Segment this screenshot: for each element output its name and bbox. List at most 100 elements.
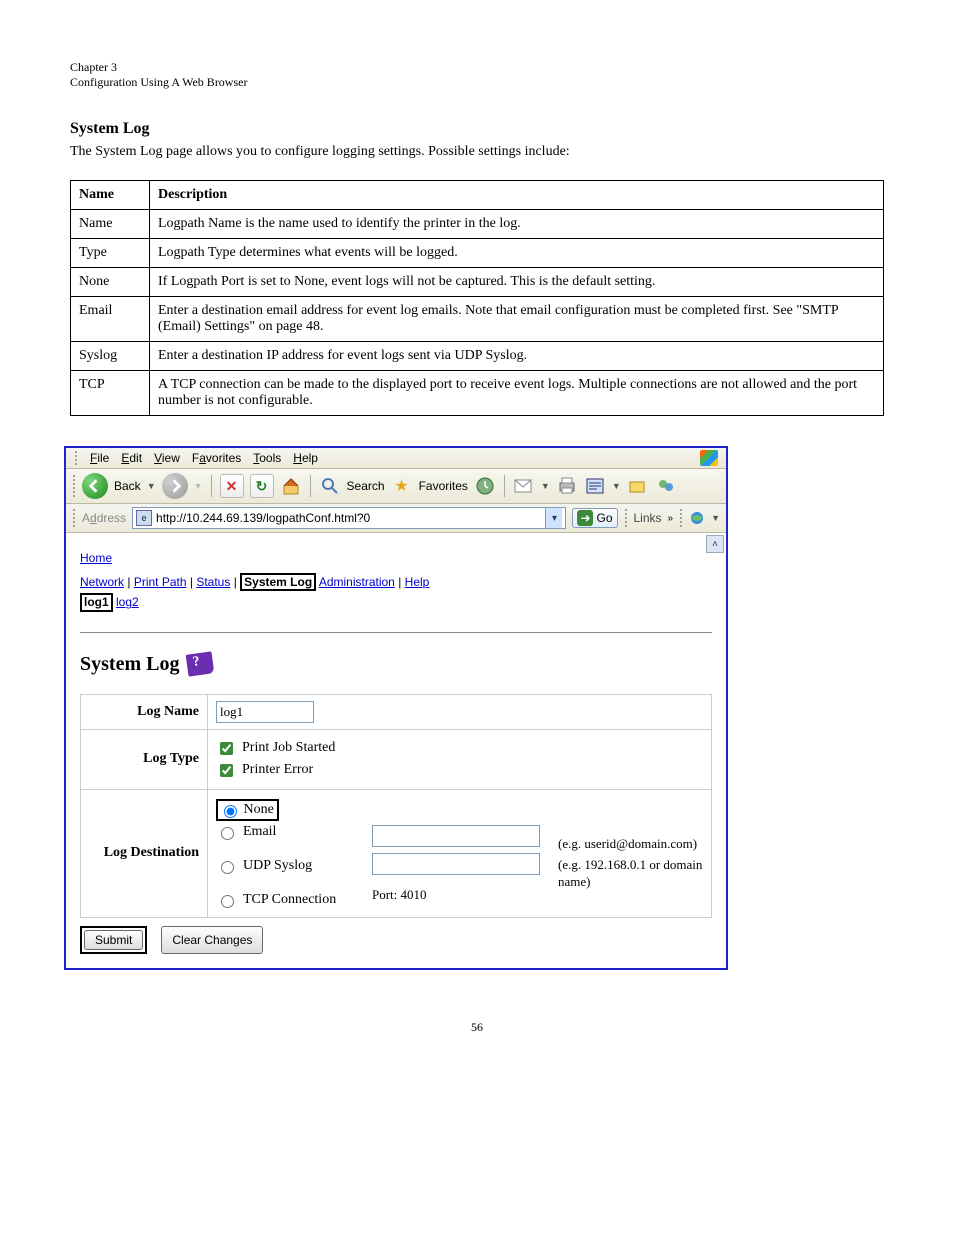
row-desc: Enter a destination email address for ev… [150, 297, 884, 342]
separator [211, 475, 212, 497]
link-network[interactable]: Network [80, 575, 124, 589]
row-name: Email [71, 297, 150, 342]
dropdown-icon[interactable]: ▼ [147, 481, 156, 491]
messenger-button[interactable] [655, 475, 677, 497]
grip-icon [624, 508, 628, 528]
radio-label: TCP Connection [243, 892, 336, 908]
link-help[interactable]: Help [405, 575, 430, 589]
menu-help[interactable]: Help [293, 451, 318, 465]
discuss-button[interactable] [627, 475, 649, 497]
row-desc: A TCP connection can be made to the disp… [150, 371, 884, 416]
link-log2[interactable]: log2 [116, 595, 139, 609]
scroll-up-icon[interactable]: ˄ [706, 535, 724, 553]
link-admin[interactable]: Administration [319, 575, 395, 589]
toolbar: Back ▼ ▼ ✕ ↻ Search ★ Favorites [66, 469, 726, 504]
radio-label: None [244, 802, 274, 817]
dropdown-icon[interactable]: ▾ [545, 508, 562, 528]
submit-button[interactable]: Submit [84, 930, 143, 950]
row-name: Syslog [71, 342, 150, 371]
windows-flag-icon [700, 450, 718, 466]
grip-icon [679, 508, 683, 528]
menubar: File Edit View Favorites Tools Help [66, 448, 726, 469]
go-button[interactable]: ➜ Go [572, 508, 617, 528]
row-desc: Logpath Name is the name used to identif… [150, 210, 884, 239]
address-bar: Address e http://10.244.69.139/logpathCo… [66, 504, 726, 533]
config-form: Log Name Log Type Print Job Started Prin… [80, 694, 712, 918]
back-button[interactable] [82, 473, 108, 499]
radio-tcp[interactable] [221, 895, 234, 908]
radio-none[interactable] [224, 805, 237, 818]
logdest-label: Log Destination [81, 789, 208, 917]
submit-highlight: Submit [80, 926, 147, 954]
grip-icon [74, 450, 78, 466]
logname-input[interactable] [216, 701, 314, 723]
link-status[interactable]: Status [196, 575, 230, 589]
history-button[interactable] [474, 475, 496, 497]
link-printpath[interactable]: Print Path [134, 575, 187, 589]
menu-edit[interactable]: Edit [121, 451, 142, 465]
dropdown-icon[interactable]: ▼ [541, 481, 550, 491]
email-hint: (e.g. userid@domain.com) [558, 836, 697, 851]
edit-button[interactable] [584, 475, 606, 497]
check-label: Printer Error [242, 762, 313, 778]
menu-view[interactable]: View [154, 451, 180, 465]
address-input[interactable]: e http://10.244.69.139/logpathConf.html?… [132, 507, 566, 529]
print-button[interactable] [556, 475, 578, 497]
chapter-label: Chapter 3 [70, 60, 884, 75]
form-heading-row: System Log [80, 653, 712, 676]
back-label: Back [114, 479, 141, 493]
page-content: ˄ Home Network | Print Path | Status | S… [66, 533, 726, 968]
refresh-button[interactable]: ↻ [250, 474, 274, 498]
page-number: 56 [70, 1020, 884, 1035]
current-tab-systemlog: System Log [240, 573, 316, 591]
breadcrumb: Network | Print Path | Status | System L… [80, 573, 712, 591]
row-name: None [71, 268, 150, 297]
check-print-job-started[interactable] [220, 742, 233, 755]
page-icon: e [136, 510, 152, 526]
menu-favorites[interactable]: Favorites [192, 451, 241, 465]
chevron-right-icon[interactable]: » [668, 513, 674, 524]
mail-button[interactable] [513, 475, 535, 497]
row-desc: If Logpath Port is set to None, event lo… [150, 268, 884, 297]
current-subtab-log1: log1 [80, 593, 113, 611]
section-intro: The System Log page allows you to config… [70, 144, 884, 160]
arrow-right-icon [168, 479, 182, 493]
th-desc: Description [150, 181, 884, 210]
favorites-icon[interactable]: ★ [391, 475, 413, 497]
logtype-label: Log Type [81, 729, 208, 789]
udp-hint: (e.g. 192.168.0.1 or domain name) [558, 857, 702, 889]
go-arrow-icon: ➜ [577, 510, 593, 526]
menu-tools[interactable]: Tools [253, 451, 281, 465]
radio-email[interactable] [221, 827, 234, 840]
menu-file[interactable]: File [90, 451, 109, 465]
stop-button[interactable]: ✕ [220, 474, 244, 498]
clear-button[interactable]: Clear Changes [161, 926, 263, 954]
grip-icon [72, 508, 76, 528]
row-name: Name [71, 210, 150, 239]
email-input[interactable] [372, 825, 540, 847]
address-label: Address [82, 511, 126, 525]
radio-label: Email [243, 824, 276, 840]
search-icon[interactable] [319, 475, 341, 497]
extra-toolbar-icon[interactable] [689, 510, 705, 526]
dropdown-icon[interactable]: ▼ [711, 513, 720, 523]
link-home[interactable]: Home [80, 551, 112, 565]
grip-icon [72, 474, 76, 498]
chapter-title: Configuration Using A Web Browser [70, 75, 884, 90]
links-label[interactable]: Links [634, 511, 662, 525]
forward-button[interactable] [162, 473, 188, 499]
radio-udp[interactable] [221, 861, 234, 874]
url-text: http://10.244.69.139/logpathConf.html?0 [156, 511, 541, 525]
button-row: Submit Clear Changes [80, 926, 712, 954]
home-button[interactable] [280, 475, 302, 497]
radio-label: UDP Syslog [243, 858, 312, 874]
search-label: Search [347, 479, 385, 493]
row-desc: Logpath Type determines what events will… [150, 239, 884, 268]
form-heading: System Log [80, 653, 179, 676]
udp-input[interactable] [372, 853, 540, 875]
go-label: Go [596, 511, 612, 525]
dropdown-icon[interactable]: ▼ [612, 481, 621, 491]
check-printer-error[interactable] [220, 764, 233, 777]
separator [310, 475, 311, 497]
help-book-icon[interactable] [186, 652, 215, 677]
